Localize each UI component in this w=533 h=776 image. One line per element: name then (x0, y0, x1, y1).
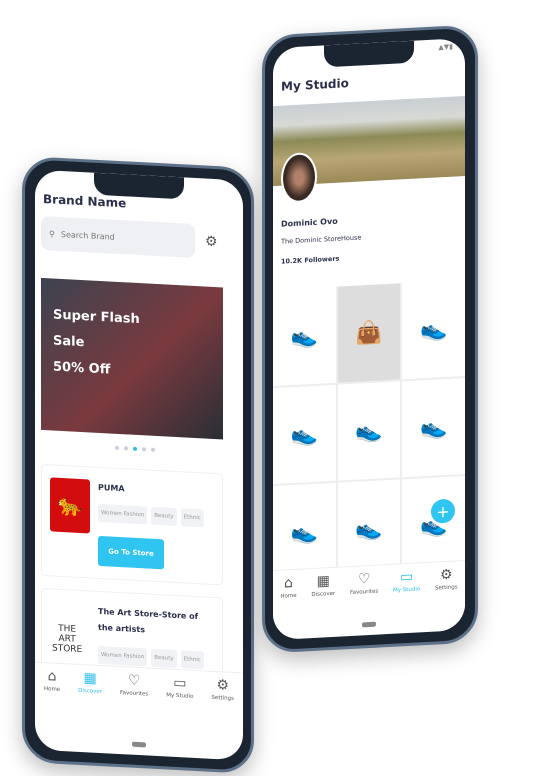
search-input[interactable]: ⚲ Search Brand (41, 215, 195, 258)
carousel-dots[interactable] (115, 445, 155, 452)
gear-icon: ⚙ (216, 677, 229, 694)
notch (94, 172, 184, 200)
avatar[interactable] (281, 151, 317, 204)
nav-settings[interactable]: ⚙ Settings (435, 567, 458, 611)
notch (324, 40, 414, 68)
nav-home[interactable]: ⌂ Home (280, 575, 296, 620)
tag: Women Fashion (98, 503, 148, 525)
store-name: The Dominic StoreHouse (281, 233, 362, 246)
nav-discover[interactable]: ▦ Discover (78, 670, 102, 715)
product-tile[interactable]: 👟 (273, 286, 336, 387)
gear-icon: ⚙ (440, 566, 453, 584)
heart-icon: ♡ (127, 672, 141, 690)
status-icons: ▲▼▮ (438, 42, 453, 52)
promo-banner[interactable]: Super Flash Sale 50% Off (41, 277, 223, 440)
search-placeholder: Search Brand (60, 229, 115, 242)
store-card[interactable]: 🐆 PUMA Women Fashion Beauty Ethnic Go To S… (41, 463, 223, 586)
easel-icon: ▭ (173, 674, 187, 692)
store-name: The Art Store-Store of the artists (98, 606, 199, 635)
nav-favourites[interactable]: ♡ Favourites (120, 672, 148, 717)
search-icon: ⚲ (49, 228, 55, 239)
product-tile[interactable]: 👟 (402, 280, 465, 380)
bottom-nav: ⌂ Home ▦ Discover ♡ Favourites ▭ My Studio ⚙… (35, 661, 243, 723)
home-icon: ⌂ (47, 668, 57, 685)
tag: Ethnic (180, 508, 204, 528)
heart-icon: ♡ (357, 570, 371, 588)
product-grid: 👟 👜 👟 👟 👟 👟 👟 👟 👟 (273, 280, 465, 583)
product-tile[interactable]: 👟 (273, 384, 336, 485)
product-tile[interactable]: 👟 (402, 378, 465, 478)
store-name: PUMA (98, 482, 125, 494)
product-tile[interactable]: 👟 (337, 381, 401, 481)
home-icon: ⌂ (284, 575, 293, 592)
go-to-store-button[interactable]: Go To Store (98, 535, 164, 570)
tag: Beauty (151, 506, 177, 527)
phone-discover: Brand Name ⚲ Search Brand ⚙ Super Flash Sa… (22, 155, 254, 775)
page-title: My Studio (281, 76, 349, 94)
nav-home[interactable]: ⌂ Home (44, 668, 60, 713)
grid-icon: ▦ (316, 573, 330, 590)
easel-icon: ▭ (400, 568, 414, 586)
discover-screen: Brand Name ⚲ Search Brand ⚙ Super Flash Sa… (35, 169, 243, 761)
nav-favourites[interactable]: ♡ Favourites (350, 570, 378, 616)
filter-icon[interactable]: ⚙ (205, 234, 218, 251)
nav-discover[interactable]: ▦ Discover (311, 573, 335, 618)
tag: Ethnic (180, 650, 204, 670)
profile-name: Dominic Ovo (281, 216, 338, 229)
phone-my-studio: ▲▼▮ My Studio Dominic Ovo The Dominic St… (262, 24, 478, 654)
tag: Beauty (151, 648, 177, 669)
followers-count: 10.2K Followers (281, 254, 340, 266)
puma-logo: 🐆 (50, 477, 90, 534)
home-indicator (362, 621, 376, 628)
nav-my-studio[interactable]: ▭ My Studio (166, 675, 193, 719)
nav-my-studio[interactable]: ▭ My Studio (393, 569, 420, 613)
grid-icon: ▦ (83, 670, 97, 687)
studio-screen: ▲▼▮ My Studio Dominic Ovo The Dominic St… (273, 38, 465, 641)
product-tile[interactable]: 👜 (337, 283, 401, 383)
nav-settings[interactable]: ⚙ Settings (211, 677, 234, 722)
art-store-logo: THE ART STORE (52, 623, 83, 656)
bottom-nav: ⌂ Home ▦ Discover ♡ Favourites ▭ My Studio ⚙… (273, 560, 465, 621)
tag: Women Fashion (98, 645, 148, 667)
home-indicator (132, 741, 146, 748)
